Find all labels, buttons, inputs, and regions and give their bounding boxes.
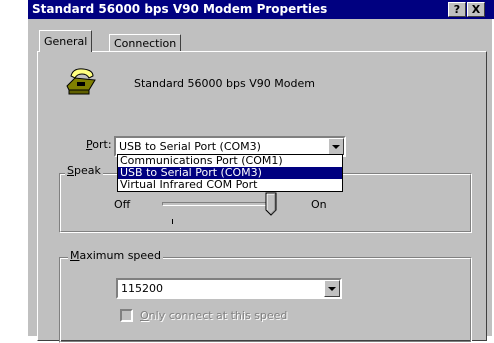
help-button[interactable]: ? bbox=[448, 2, 466, 17]
volume-off-label: Off bbox=[114, 198, 131, 211]
volume-slider-thumb[interactable] bbox=[265, 192, 277, 216]
properties-window: Standard 56000 bps V90 Modem Properties … bbox=[26, 0, 494, 343]
port-dropdown-list: Communications Port (COM1) USB to Serial… bbox=[117, 154, 343, 192]
close-button[interactable]: X bbox=[467, 2, 485, 17]
port-option-infrared[interactable]: Virtual Infrared COM Port bbox=[118, 179, 342, 191]
speaker-caption-rest: peak bbox=[73, 164, 101, 177]
port-label-rest: ort: bbox=[92, 138, 112, 151]
volume-on-label: On bbox=[311, 198, 327, 211]
only-connect-checkbox[interactable] bbox=[120, 309, 133, 322]
modem-name: Standard 56000 bps V90 Modem bbox=[134, 77, 315, 90]
only-connect-accel: O bbox=[140, 309, 149, 322]
speed-dropdown-button[interactable] bbox=[324, 280, 340, 297]
modem-icon bbox=[66, 68, 96, 95]
tab-connection[interactable]: Connection bbox=[109, 34, 182, 52]
speaker-caption-accel: S bbox=[67, 164, 74, 177]
title-bar[interactable]: Standard 56000 bps V90 Modem Properties … bbox=[28, 0, 494, 19]
port-select-value: USB to Serial Port (COM3) bbox=[119, 140, 261, 153]
maximum-speed-select[interactable]: 115200 bbox=[116, 278, 342, 299]
window-title: Standard 56000 bps V90 Modem Properties bbox=[32, 2, 328, 16]
speaker-volume-caption: Speak bbox=[65, 164, 103, 177]
tab-general[interactable]: General bbox=[39, 30, 93, 52]
port-dropdown-button[interactable] bbox=[328, 138, 344, 155]
volume-slider-track[interactable] bbox=[162, 202, 272, 206]
chevron-down-icon bbox=[332, 145, 340, 149]
volume-slider-tick bbox=[172, 219, 173, 224]
tab-general-label: General bbox=[44, 35, 88, 48]
only-connect-rest: nly connect at this speed bbox=[148, 309, 288, 322]
speed-caption-accel: M bbox=[70, 249, 80, 262]
port-label: Port: bbox=[86, 138, 112, 151]
maximum-speed-value: 115200 bbox=[121, 282, 163, 295]
tab-connection-label: Connection bbox=[114, 37, 177, 50]
only-connect-label: Only connect at this speed bbox=[140, 309, 287, 322]
speed-caption-rest: aximum speed bbox=[79, 249, 161, 262]
maximum-speed-group bbox=[59, 257, 472, 343]
chevron-down-icon bbox=[328, 287, 336, 291]
maximum-speed-caption: Maximum speed bbox=[68, 249, 163, 262]
